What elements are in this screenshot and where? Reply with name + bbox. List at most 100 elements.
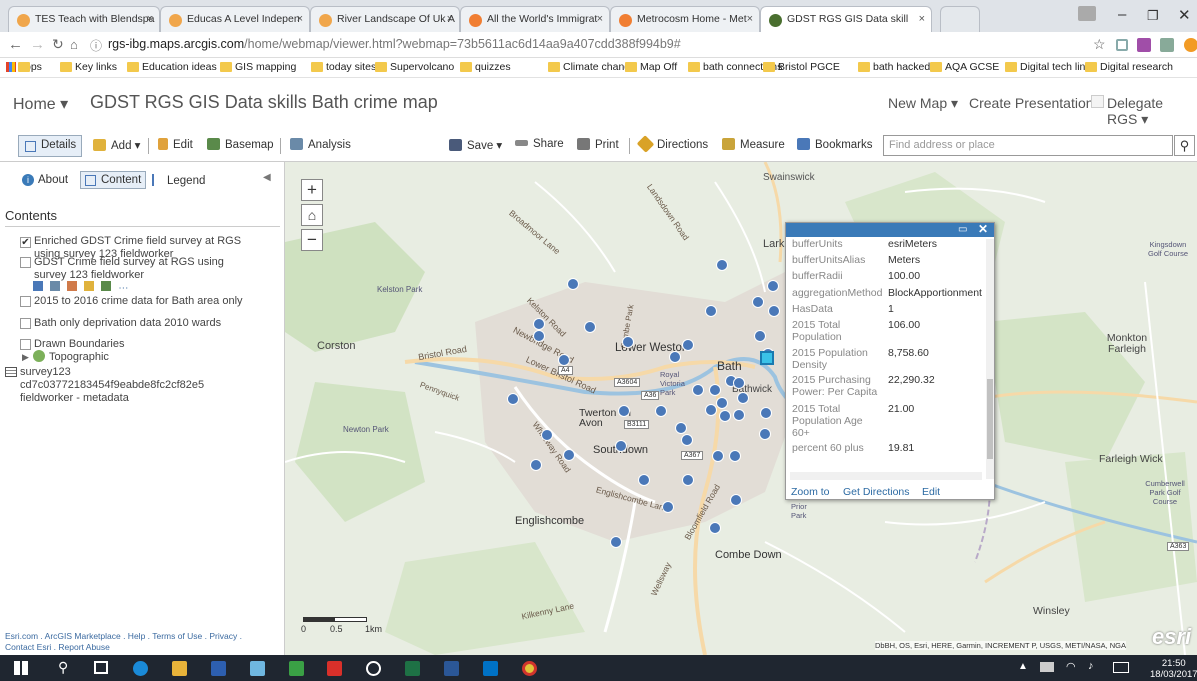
filter-icon[interactable] <box>84 281 95 291</box>
layer-checkbox[interactable] <box>20 339 31 350</box>
grid-icon[interactable] <box>50 281 61 291</box>
layer-checkbox[interactable] <box>20 318 31 329</box>
app-icon[interactable] <box>366 661 381 676</box>
crime-marker[interactable] <box>610 536 622 548</box>
layer-item[interactable]: GDST Crime field survey at RGS using sur… <box>34 256 259 282</box>
zoom-to-link[interactable]: Zoom to <box>791 486 830 498</box>
content-tab[interactable]: Content <box>80 171 147 189</box>
zoom-out-button[interactable]: − <box>301 229 323 251</box>
crime-marker[interactable] <box>615 440 627 452</box>
layer-item[interactable]: Bath only deprivation data 2010 wards <box>34 317 274 330</box>
crime-marker[interactable] <box>709 522 721 534</box>
bookmark-item[interactable]: Climate change <box>548 61 636 73</box>
crime-marker[interactable] <box>768 305 780 317</box>
directions-button[interactable]: Directions <box>636 135 708 153</box>
word-icon[interactable] <box>444 661 459 676</box>
crime-marker[interactable] <box>681 434 693 446</box>
excel-icon[interactable] <box>405 661 420 676</box>
close-icon[interactable]: × <box>447 13 453 25</box>
url-input[interactable]: ⓘ rgs-ibg.maps.arcgis.com/home/webmap/vi… <box>86 35 1096 55</box>
layer-item[interactable]: Topographic <box>49 351 109 364</box>
search-icon[interactable]: ⚲ <box>58 659 68 676</box>
outlook-icon[interactable] <box>483 661 498 676</box>
browser-tab[interactable]: TES Teach with Blendspa × <box>8 6 160 32</box>
crime-marker[interactable] <box>733 409 745 421</box>
crime-marker[interactable] <box>618 405 630 417</box>
window-close-icon[interactable]: ✕ <box>1178 6 1191 24</box>
crime-marker[interactable] <box>675 422 687 434</box>
footer-links[interactable]: Esri.com . ArcGIS Marketplace . Help . T… <box>5 631 242 641</box>
details-button[interactable]: Details <box>18 135 82 157</box>
volume-icon[interactable]: ♪ <box>1088 660 1094 672</box>
crime-marker[interactable] <box>622 336 634 348</box>
layer-checkbox[interactable] <box>20 296 31 307</box>
layer-item[interactable]: Drawn Boundaries <box>34 338 274 351</box>
analysis-icon[interactable] <box>101 281 112 291</box>
crime-marker[interactable] <box>730 494 742 506</box>
home-icon[interactable]: ⌂ <box>70 37 78 52</box>
crime-marker[interactable] <box>682 474 694 486</box>
crime-marker[interactable] <box>662 501 674 513</box>
user-menu[interactable]: Delegate RGS ▾ <box>1107 95 1197 128</box>
save-button[interactable]: Save ▾ <box>449 138 502 152</box>
close-icon[interactable]: × <box>297 13 303 25</box>
footer-links[interactable]: Contact Esri . Report Abuse <box>5 642 110 652</box>
bookmark-item[interactable]: Digital research <box>1085 61 1173 73</box>
crime-marker[interactable] <box>716 397 728 409</box>
get-directions-link[interactable]: Get Directions <box>843 486 910 498</box>
measure-button[interactable]: Measure <box>722 138 785 151</box>
crime-marker[interactable] <box>712 450 724 462</box>
close-icon[interactable]: × <box>919 13 925 25</box>
add-button[interactable]: Add ▾ <box>93 138 140 152</box>
forward-icon[interactable]: → <box>30 36 45 53</box>
edge-icon[interactable] <box>133 661 148 676</box>
close-icon[interactable]: × <box>747 13 753 25</box>
more-options-icon[interactable]: ⋯ <box>118 283 128 294</box>
crime-marker[interactable] <box>507 393 519 405</box>
expand-arrow-icon[interactable]: ▶ <box>22 352 29 363</box>
crime-marker[interactable] <box>716 259 728 271</box>
acrobat-icon[interactable] <box>327 661 342 676</box>
crime-marker[interactable] <box>669 351 681 363</box>
bookmarks-button[interactable]: Bookmarks <box>797 138 873 151</box>
edit-button[interactable]: Edit <box>158 138 193 151</box>
bookmark-item[interactable]: Education ideas <box>127 61 217 73</box>
crime-marker[interactable] <box>767 280 779 292</box>
bookmark-item[interactable]: Digital tech links <box>1005 61 1096 73</box>
style-icon[interactable] <box>67 281 78 291</box>
close-icon[interactable]: × <box>597 13 603 25</box>
file-explorer-icon[interactable] <box>172 661 187 676</box>
print-button[interactable]: Print <box>577 138 619 151</box>
app-icon[interactable] <box>211 661 226 676</box>
extension-icon[interactable] <box>1116 39 1128 51</box>
crime-marker[interactable] <box>752 296 764 308</box>
crime-marker[interactable] <box>759 428 771 440</box>
keyboard-icon[interactable] <box>1113 662 1129 673</box>
search-icon[interactable]: ⚲ <box>1174 135 1195 156</box>
crime-marker[interactable] <box>692 384 704 396</box>
about-tab[interactable]: i About <box>22 174 68 186</box>
find-address-input[interactable]: Find address or place <box>883 135 1173 156</box>
chrome-icon[interactable] <box>522 661 537 676</box>
table-icon[interactable] <box>33 281 43 291</box>
bookmark-item[interactable]: bath hacked <box>858 61 930 73</box>
crime-marker[interactable] <box>655 405 667 417</box>
selected-marker[interactable] <box>760 351 774 365</box>
wifi-icon[interactable]: ◠ <box>1066 660 1076 673</box>
bookmark-item[interactable]: Supervolcano <box>375 61 454 73</box>
browser-tab[interactable]: River Landscape Of Uk A × <box>310 6 460 32</box>
close-icon[interactable]: ✕ <box>978 222 988 236</box>
crime-marker[interactable] <box>729 450 741 462</box>
default-extent-icon[interactable]: ⌂ <box>301 204 323 226</box>
crime-marker[interactable] <box>754 330 766 342</box>
bookmark-item[interactable]: Map Off <box>625 61 677 73</box>
tray-arrow-icon[interactable]: ▲ <box>1018 661 1028 672</box>
crime-marker[interactable] <box>530 459 542 471</box>
crime-marker[interactable] <box>733 377 745 389</box>
crime-marker[interactable] <box>705 305 717 317</box>
home-menu[interactable]: Home ▾ <box>13 94 68 114</box>
edit-link[interactable]: Edit <box>922 486 940 498</box>
windows-start-icon[interactable] <box>14 661 28 675</box>
extension-icon[interactable] <box>1184 38 1197 52</box>
system-clock[interactable]: 21:50 18/03/2017 <box>1150 658 1197 680</box>
